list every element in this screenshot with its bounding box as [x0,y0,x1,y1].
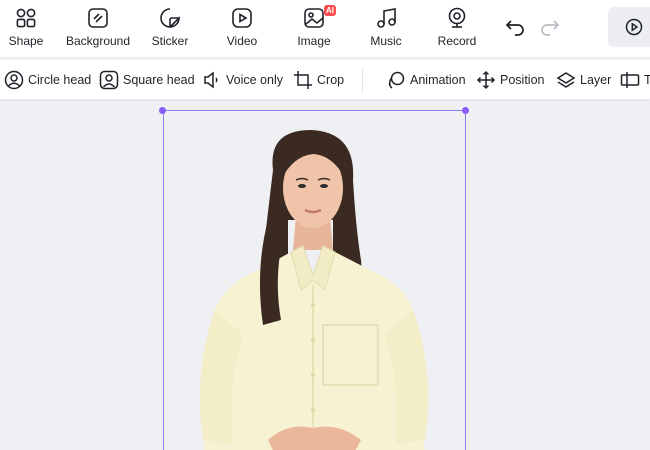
play-icon [625,18,643,36]
record-icon [448,7,466,28]
resize-handle-top-left[interactable] [159,107,166,114]
text-box-icon [620,72,640,88]
avatar-options-toolbar: Circle head Square head Voice only Crop … [0,60,650,100]
toolbar-music-button[interactable]: Music [368,6,404,50]
circle-head-label: Circle head [28,73,92,87]
toolbar-shape-label: Shape [8,34,44,48]
toolbar-divider [362,68,363,94]
toolbar-video-label: Video [226,34,258,48]
video-icon [232,8,252,28]
square-head-button[interactable]: Square head [99,69,195,91]
animation-button[interactable]: Animation [386,69,466,91]
position-button[interactable]: Position [476,69,544,91]
toolbar-sticker-button[interactable]: Sticker [150,6,190,50]
circle-head-icon [4,70,24,90]
toolbar-sticker-label: Sticker [151,34,189,48]
preview-button[interactable] [608,7,650,47]
resize-handle-top-right[interactable] [462,107,469,114]
selection-frame[interactable] [163,110,466,450]
voice-icon [204,71,218,89]
redo-icon [541,20,560,36]
toolbar-shape-button[interactable]: Shape [8,6,44,50]
circle-head-button[interactable]: Circle head [4,69,91,91]
square-head-icon [99,70,119,90]
music-icon [377,8,396,28]
toolbar-video-button[interactable]: Video [224,6,260,50]
layer-icon [556,72,576,88]
toolbar-background-label: Background [65,34,131,48]
position-label: Position [500,73,545,87]
layer-button[interactable]: Layer [556,69,611,91]
shape-icon [16,8,36,28]
toolbar-record-button[interactable]: Record [438,6,476,50]
sticker-icon [160,8,180,28]
text-box-label: T [644,73,650,87]
toolbar-record-label: Record [437,34,477,48]
square-head-label: Square head [123,73,195,87]
layer-label: Layer [580,73,612,87]
toolbar-image-button[interactable]: AI Image [296,5,336,50]
toolbar-background-button[interactable]: Background [66,6,130,50]
animation-label: Animation [410,73,466,87]
ai-badge: AI [324,5,336,16]
crop-label: Crop [317,73,345,87]
redo-button[interactable] [538,14,562,38]
voice-only-button[interactable]: Voice only [202,69,283,91]
undo-icon [505,20,524,36]
undo-button[interactable] [503,14,527,38]
toolbar-image-label: Image [297,34,331,48]
crop-icon [294,71,312,89]
position-icon [476,70,496,90]
text-box-button[interactable]: T [620,69,650,91]
background-icon [88,8,108,28]
image-icon [304,8,324,28]
toolbar-music-label: Music [370,34,402,48]
animation-icon [388,71,405,89]
main-toolbar: Shape Background Sticker Video AI Image [0,0,650,58]
voice-only-label: Voice only [226,73,283,87]
crop-button[interactable]: Crop [293,69,344,91]
